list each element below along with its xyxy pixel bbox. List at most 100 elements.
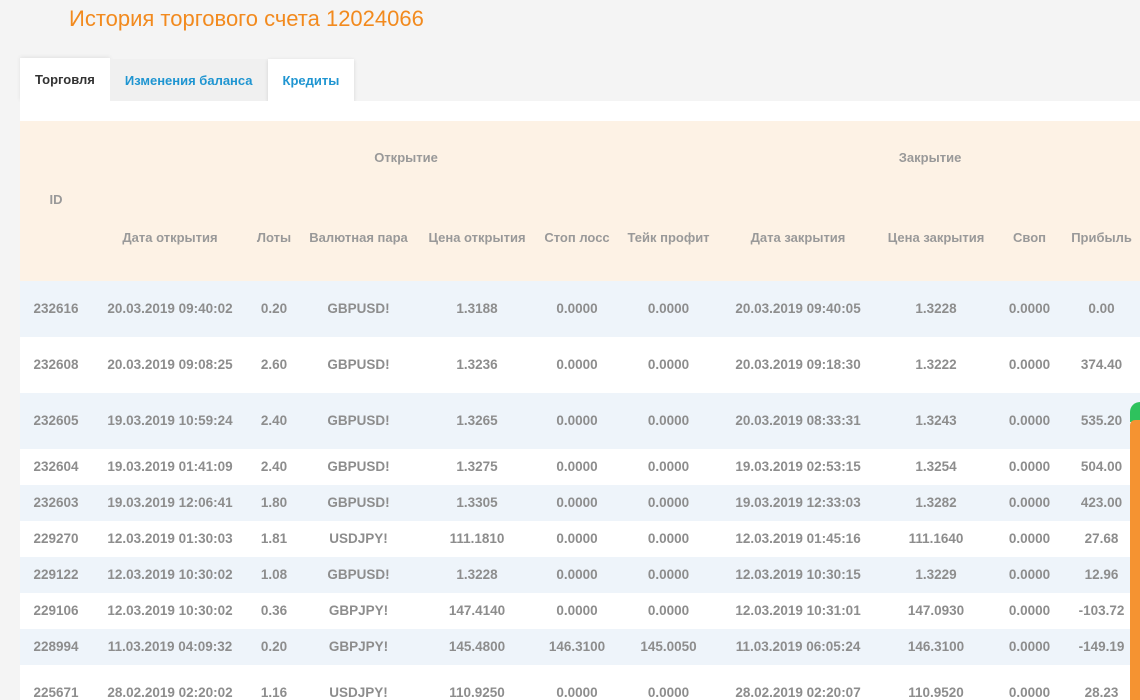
cell-open-price: 147.4140	[448, 603, 506, 618]
cell-id: 232608	[33, 357, 79, 372]
cell-lots: 0.36	[260, 603, 288, 618]
cell-close-price: 110.9520	[908, 685, 964, 700]
scrollbar-thumb[interactable]	[1130, 420, 1140, 700]
cell-profit: 504.00	[1080, 459, 1123, 474]
cell-open-date: 28.02.2019 02:20:02	[107, 685, 233, 700]
cell-pair: GBPUSD!	[327, 567, 390, 582]
cell-swap: 0.0000	[1008, 639, 1051, 654]
cell-id: 232616	[33, 301, 79, 316]
cell-pair: GBPUSD!	[327, 357, 390, 372]
cell-close-date: 19.03.2019 02:53:15	[735, 459, 861, 474]
cell-swap: 0.0000	[1008, 301, 1051, 316]
cell-stop-loss: 0.0000	[556, 357, 598, 372]
cell-profit: 12.96	[1084, 567, 1119, 582]
cell-lots: 0.20	[260, 639, 288, 654]
table-row: 232604 19.03.2019 01:41:09 2.40 GBPUSD! …	[20, 449, 1140, 485]
cell-lots: 2.40	[260, 413, 288, 428]
cell-open-price: 1.3188	[456, 301, 498, 316]
cell-stop-loss: 0.0000	[556, 301, 598, 316]
group-header-open: Открытие	[374, 150, 438, 165]
cell-take-profit: 0.0000	[647, 603, 690, 618]
cell-id: 229106	[33, 603, 79, 618]
cell-pair: GBPJPY!	[328, 603, 389, 618]
cell-lots: 2.60	[260, 357, 288, 372]
cell-swap: 0.0000	[1008, 567, 1051, 582]
cell-stop-loss: 146.3100	[548, 639, 606, 654]
col-header-stop-loss[interactable]: Стоп лосс	[537, 195, 617, 281]
cell-open-date: 12.03.2019 10:30:02	[107, 603, 233, 618]
cell-open-date: 20.03.2019 09:08:25	[107, 357, 233, 372]
cell-stop-loss: 0.0000	[556, 685, 598, 700]
cell-profit: 535.20	[1080, 413, 1123, 428]
cell-swap: 0.0000	[1008, 531, 1051, 546]
table-row: 225671 28.02.2019 02:20:02 1.16 USDJPY! …	[20, 665, 1140, 700]
cell-profit: 28.23	[1084, 685, 1119, 700]
cell-close-date: 19.03.2019 12:33:03	[735, 495, 861, 510]
cell-close-price: 147.0930	[907, 603, 965, 618]
cell-pair: GBPUSD!	[327, 413, 390, 428]
col-header-swap[interactable]: Своп	[996, 195, 1063, 281]
tab-trading[interactable]: Торговля	[20, 58, 110, 101]
tab-balance-changes[interactable]: Изменения баланса	[109, 59, 268, 101]
cell-close-price: 111.1640	[908, 531, 964, 546]
col-header-close-price[interactable]: Цена закрытия	[876, 195, 996, 281]
cell-stop-loss: 0.0000	[556, 531, 598, 546]
cell-open-date: 11.03.2019 04:09:32	[107, 639, 233, 654]
cell-pair: USDJPY!	[329, 531, 388, 546]
cell-close-price: 1.3229	[915, 567, 957, 582]
table-row: 228994 11.03.2019 04:09:32 0.20 GBPJPY! …	[20, 629, 1140, 665]
cell-take-profit: 0.0000	[647, 413, 690, 428]
cell-close-date: 20.03.2019 09:18:30	[735, 357, 861, 372]
cell-close-price: 1.3228	[915, 301, 957, 316]
cell-profit: 374.40	[1080, 357, 1123, 372]
cell-profit: 27.68	[1084, 531, 1119, 546]
cell-id: 225671	[33, 685, 79, 700]
cell-close-date: 20.03.2019 09:40:05	[735, 301, 861, 316]
cell-stop-loss: 0.0000	[556, 459, 598, 474]
col-header-take-profit[interactable]: Тейк профит	[617, 195, 720, 281]
col-header-profit[interactable]: Прибыль	[1063, 195, 1140, 281]
cell-close-price: 1.3282	[915, 495, 957, 510]
cell-swap: 0.0000	[1008, 495, 1051, 510]
cell-pair: GBPUSD!	[327, 495, 390, 510]
col-header-open-date[interactable]: Дата открытия	[92, 195, 248, 281]
cell-open-date: 19.03.2019 10:59:24	[107, 413, 233, 428]
col-header-lots[interactable]: Лоты	[248, 195, 300, 281]
tab-credits[interactable]: Кредиты	[267, 59, 355, 101]
col-header-pair[interactable]: Валютная пара	[300, 195, 417, 281]
cell-open-price: 1.3236	[456, 357, 498, 372]
cell-stop-loss: 0.0000	[556, 495, 598, 510]
cell-stop-loss: 0.0000	[556, 413, 598, 428]
cell-swap: 0.0000	[1008, 685, 1051, 700]
cell-pair: USDJPY!	[329, 685, 388, 700]
cell-lots: 0.20	[260, 301, 288, 316]
cell-close-price: 1.3254	[915, 459, 957, 474]
cell-take-profit: 0.0000	[647, 685, 690, 700]
cell-swap: 0.0000	[1008, 413, 1051, 428]
scroll-indicator-top[interactable]	[1130, 402, 1140, 422]
cell-lots: 1.80	[260, 495, 288, 510]
cell-close-date: 12.03.2019 10:31:01	[735, 603, 861, 618]
history-panel: ID Открытие Закрытие Дата открытия Лоты …	[20, 101, 1140, 700]
cell-id: 232604	[33, 459, 79, 474]
cell-swap: 0.0000	[1008, 603, 1051, 618]
cell-profit: 0.00	[1088, 301, 1115, 316]
cell-take-profit: 0.0000	[647, 495, 690, 510]
cell-open-date: 12.03.2019 01:30:03	[107, 531, 233, 546]
cell-lots: 1.08	[260, 567, 288, 582]
cell-lots: 2.40	[260, 459, 288, 474]
col-header-close-date[interactable]: Дата закрытия	[720, 195, 876, 281]
cell-profit: 423.00	[1080, 495, 1123, 510]
table-row: 229122 12.03.2019 10:30:02 1.08 GBPUSD! …	[20, 557, 1140, 593]
cell-close-date: 11.03.2019 06:05:24	[735, 639, 861, 654]
cell-take-profit: 0.0000	[647, 531, 690, 546]
cell-open-date: 20.03.2019 09:40:02	[107, 301, 233, 316]
cell-take-profit: 0.0000	[647, 567, 690, 582]
cell-id: 229270	[33, 531, 79, 546]
cell-open-price: 111.1810	[449, 531, 505, 546]
col-header-open-price[interactable]: Цена открытия	[417, 195, 537, 281]
cell-id: 232605	[33, 413, 79, 428]
table-row: 232616 20.03.2019 09:40:02 0.20 GBPUSD! …	[20, 281, 1140, 337]
cell-id: 228994	[33, 639, 79, 654]
cell-swap: 0.0000	[1008, 357, 1051, 372]
